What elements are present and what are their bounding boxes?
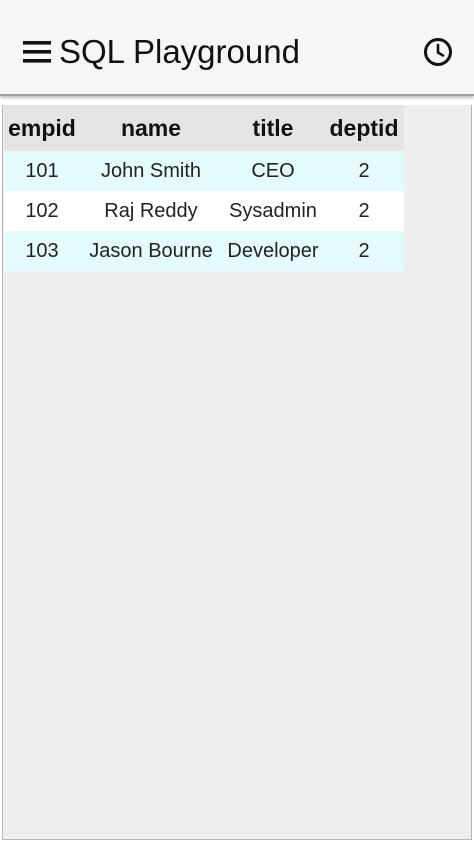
app-bar: SQL Playground xyxy=(0,0,474,96)
table-row[interactable]: 103 Jason Bourne Developer 2 xyxy=(4,231,404,271)
cell-empid: 101 xyxy=(4,151,80,191)
cell-title: Sysadmin xyxy=(222,191,324,231)
cell-name: John Smith xyxy=(80,151,222,191)
cell-deptid: 2 xyxy=(324,151,404,191)
results-panel: empid name title deptid 101 John Smith C… xyxy=(2,105,472,840)
column-header-title[interactable]: title xyxy=(222,105,324,151)
cell-title: Developer xyxy=(222,231,324,271)
menu-button[interactable] xyxy=(20,36,54,68)
results-table: empid name title deptid 101 John Smith C… xyxy=(4,105,404,271)
cell-deptid: 2 xyxy=(324,231,404,271)
column-header-empid[interactable]: empid xyxy=(4,105,80,151)
cell-empid: 103 xyxy=(4,231,80,271)
column-header-deptid[interactable]: deptid xyxy=(324,105,404,151)
history-button[interactable] xyxy=(420,34,456,70)
cell-name: Raj Reddy xyxy=(80,191,222,231)
table-header-row: empid name title deptid xyxy=(4,105,404,151)
cell-deptid: 2 xyxy=(324,191,404,231)
app-title: SQL Playground xyxy=(59,33,300,70)
cell-title: CEO xyxy=(222,151,324,191)
clock-history-icon xyxy=(424,38,452,66)
hamburger-menu-icon xyxy=(23,41,51,63)
table-row[interactable]: 102 Raj Reddy Sysadmin 2 xyxy=(4,191,404,231)
cell-name: Jason Bourne xyxy=(80,231,222,271)
table-row[interactable]: 101 John Smith CEO 2 xyxy=(4,151,404,191)
column-header-name[interactable]: name xyxy=(80,105,222,151)
cell-empid: 102 xyxy=(4,191,80,231)
